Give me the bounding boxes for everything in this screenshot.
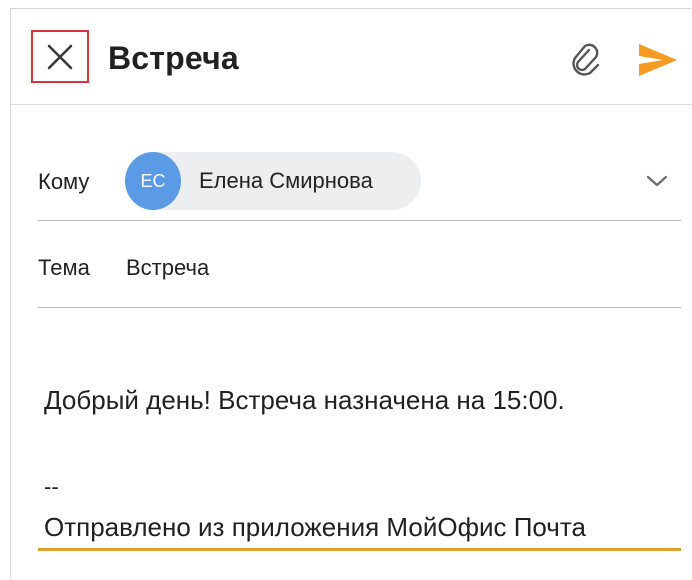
to-divider	[38, 220, 681, 221]
to-label: Кому	[38, 169, 90, 194]
subject-field[interactable]: Встреча	[126, 255, 209, 281]
close-icon	[47, 44, 73, 69]
compose-title: Встреча	[108, 40, 239, 76]
subject-label: Тема	[38, 255, 90, 280]
send-icon	[639, 44, 677, 76]
attach-button[interactable]	[567, 42, 603, 78]
chevron-down-icon	[646, 175, 668, 187]
recipient-chip[interactable]: ЕС Елена Смирнова	[125, 152, 421, 210]
expand-recipients-button[interactable]	[645, 171, 669, 191]
signature-text[interactable]: Отправлено из приложения МойОфис Почта	[44, 512, 586, 543]
subject-divider	[38, 307, 681, 308]
message-body[interactable]: Добрый день! Встреча назначена на 15:00.	[44, 385, 565, 416]
signature-separator[interactable]: --	[44, 474, 59, 500]
send-button[interactable]	[637, 42, 679, 78]
body-focus-underline	[38, 548, 681, 551]
avatar: ЕС	[125, 152, 181, 210]
recipient-name: Елена Смирнова	[199, 168, 373, 193]
compose-toolbar: Встреча	[11, 9, 692, 105]
compose-screen: Встреча Кому ЕС Елена Смирнова Тема Встр…	[10, 8, 692, 579]
close-button[interactable]	[31, 30, 89, 83]
paperclip-icon	[572, 43, 600, 76]
